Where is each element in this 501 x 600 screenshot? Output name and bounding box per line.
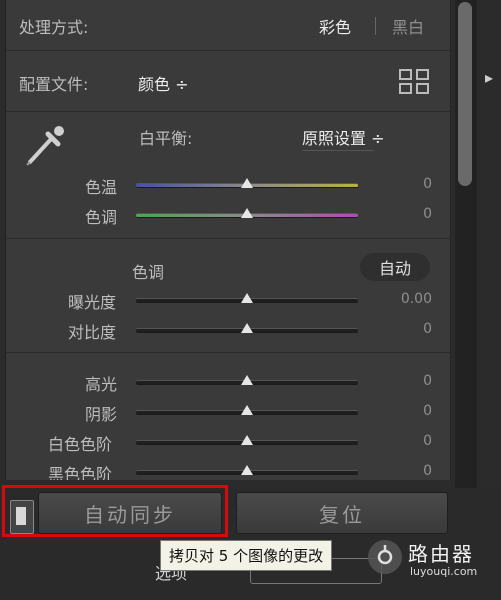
shadows-label: 阴影 (85, 405, 118, 424)
treatment-row: 处理方式: 彩色 黑白 (6, 0, 450, 51)
shadows-value[interactable]: 0 (423, 403, 432, 419)
panel-collapse-arrow-icon[interactable]: ▸ (485, 68, 493, 87)
basic-panel: 处理方式: 彩色 黑白 配置文件: 颜色 ÷ 白平衡: 原照设置 ÷ 色温 0 … (5, 0, 451, 480)
exposure-value[interactable]: 0.00 (401, 291, 432, 307)
contrast-label: 对比度 (68, 323, 117, 342)
whites-slider[interactable] (136, 435, 358, 445)
scrollbar-thumb[interactable] (458, 2, 472, 186)
blacks-slider-thumb[interactable] (241, 465, 253, 475)
treatment-label: 处理方式: (19, 18, 89, 37)
temp-value[interactable]: 0 (423, 176, 432, 192)
highlights-label: 高光 (85, 375, 118, 394)
preset-underline (302, 150, 374, 151)
contrast-value[interactable]: 0 (423, 321, 432, 337)
watermark-url: luyouqi.com (410, 565, 478, 578)
tint-label: 色调 (85, 208, 118, 227)
profile-row: 配置文件: 颜色 ÷ (6, 51, 450, 112)
whites-slider-thumb[interactable] (241, 435, 253, 445)
temp-slider-thumb[interactable] (241, 178, 253, 188)
tint-slider-thumb[interactable] (241, 208, 253, 218)
treatment-color-option[interactable]: 彩色 (319, 14, 351, 38)
tint-slider[interactable] (136, 208, 358, 218)
temp-slider[interactable] (136, 178, 358, 188)
shadows-slider[interactable] (136, 405, 358, 415)
white-balance-label: 白平衡: (139, 129, 193, 148)
eyedropper-icon[interactable] (22, 122, 66, 170)
router-logo-icon (368, 540, 402, 574)
profile-browser-grid-icon[interactable] (398, 68, 430, 96)
watermark-name: 路由器 (408, 542, 474, 566)
shadows-slider-thumb[interactable] (241, 405, 253, 415)
profile-label: 配置文件: (19, 75, 89, 94)
blacks-label: 黑色色阶 (48, 465, 113, 480)
highlight-shadow-section: 高光 0 阴影 0 白色色阶 0 黑色色阶 0 (6, 353, 450, 480)
blacks-value[interactable]: 0 (423, 463, 432, 479)
highlights-slider[interactable] (136, 375, 358, 385)
tone-auto-button[interactable]: 自动 (360, 253, 430, 281)
temp-label: 色温 (85, 178, 118, 197)
exposure-slider-thumb[interactable] (241, 293, 253, 303)
exposure-label: 曝光度 (68, 293, 117, 312)
reset-button[interactable]: 复位 (236, 492, 448, 534)
whites-value[interactable]: 0 (423, 433, 432, 449)
red-highlight-annotation (2, 485, 228, 537)
tint-value[interactable]: 0 (423, 206, 432, 222)
white-balance-section: 白平衡: 原照设置 ÷ 色温 0 色调 0 (6, 112, 450, 239)
contrast-slider[interactable] (136, 323, 358, 333)
whites-label: 白色色阶 (48, 435, 113, 454)
sync-tooltip: 拷贝对 5 个图像的更改 (160, 540, 333, 571)
tone-section: 色调 自动 曝光度 0.00 对比度 0 (6, 239, 450, 353)
highlights-value[interactable]: 0 (423, 373, 432, 389)
treatment-bw-option[interactable]: 黑白 (392, 14, 424, 38)
profile-select[interactable]: 颜色 ÷ (138, 71, 189, 95)
blacks-slider[interactable] (136, 465, 358, 475)
contrast-slider-thumb[interactable] (241, 323, 253, 333)
white-balance-preset-select[interactable]: 原照设置 ÷ (302, 125, 385, 149)
panel-scrollbar[interactable] (455, 0, 477, 488)
watermark: 路由器 luyouqi.com (368, 538, 496, 582)
tone-label: 色调 (132, 263, 165, 282)
treatment-divider (375, 17, 376, 35)
highlights-slider-thumb[interactable] (241, 375, 253, 385)
exposure-slider[interactable] (136, 293, 358, 303)
